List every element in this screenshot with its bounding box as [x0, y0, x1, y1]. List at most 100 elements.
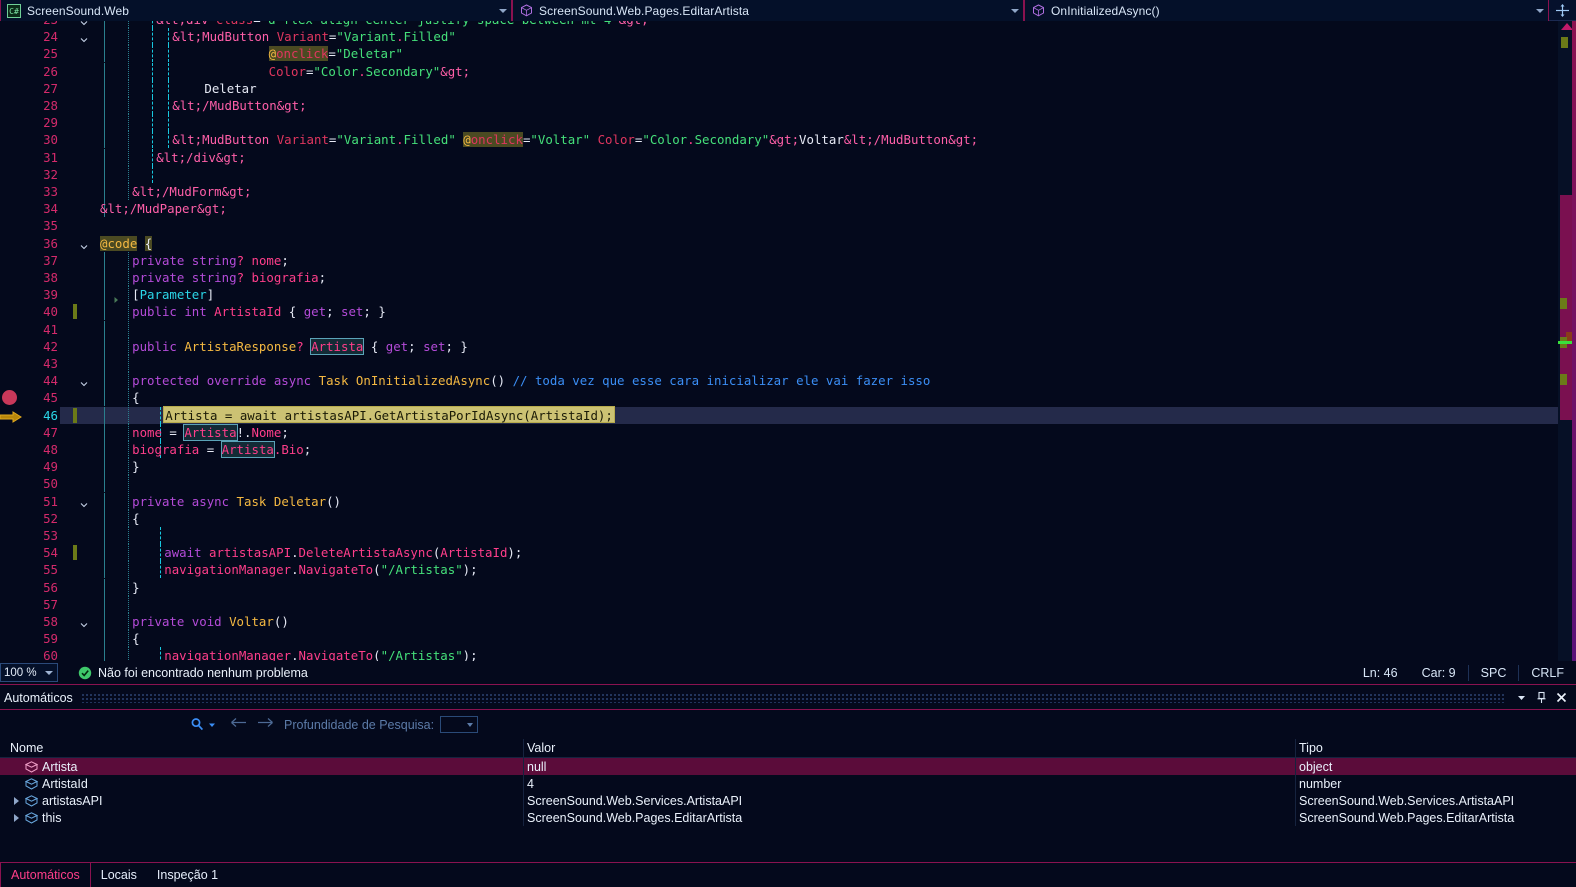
column-header-type[interactable]: Tipo: [1296, 739, 1576, 757]
code-line[interactable]: 42 public ArtistaResponse? Artista { get;…: [0, 338, 1576, 356]
collapse-chevron-icon[interactable]: [79, 497, 89, 508]
code-line[interactable]: 36 @code {: [0, 235, 1576, 252]
tab-locais[interactable]: Locais: [91, 863, 147, 887]
code-line[interactable]: 43: [0, 355, 1576, 373]
line-number: 33: [43, 184, 58, 199]
code-text: private async Task Deletar(): [132, 494, 341, 509]
tab-automaticos[interactable]: Automáticos: [0, 863, 91, 887]
variable-value[interactable]: ScreenSound.Web.Services.ArtistaAPI: [524, 792, 1296, 809]
row-expander-icon[interactable]: [10, 777, 23, 790]
code-line[interactable]: 56}: [0, 579, 1576, 597]
attribute-expander-icon[interactable]: [112, 291, 122, 303]
row-expander-icon[interactable]: [10, 811, 23, 824]
pin-icon[interactable]: [1532, 689, 1550, 707]
code-line[interactable]: 49}: [0, 458, 1576, 476]
code-line[interactable]: 28 &lt;/MudButton&gt;: [0, 97, 1576, 115]
type-dropdown[interactable]: ScreenSound.Web.Pages.EditarArtista: [512, 0, 1024, 21]
code-line[interactable]: 35: [0, 217, 1576, 234]
table-row[interactable]: artistasAPI ScreenSound.Web.Services.Arti…: [0, 792, 1576, 809]
line-ending-indicator[interactable]: CRLF: [1519, 666, 1576, 680]
code-line[interactable]: 52 {: [0, 510, 1576, 528]
code-line[interactable]: 38 private string? biografia;: [0, 269, 1576, 287]
line-number: 24: [43, 29, 58, 44]
table-row[interactable]: this ScreenSound.Web.Pages.EditarArtista S…: [0, 809, 1576, 826]
chevron-down-icon[interactable]: [1532, 0, 1548, 21]
code-line[interactable]: 48 biografia = Artista.Bio;: [0, 441, 1576, 459]
indent-guide: [104, 527, 106, 545]
zoom-level-dropdown[interactable]: 100 %: [0, 663, 58, 682]
status-right-group: Ln: 46 Car: 9 SPC CRLF: [1351, 664, 1576, 681]
code-line[interactable]: 54 await artistasAPI.DeleteArtistaAsync(A…: [0, 544, 1576, 562]
code-line[interactable]: 60 navigationManager.NavigateTo("/Artista…: [0, 647, 1576, 661]
search-depth-dropdown[interactable]: [440, 716, 479, 733]
code-line[interactable]: 31 &lt;/div&gt;: [0, 149, 1576, 167]
chevron-down-icon[interactable]: [208, 716, 216, 734]
code-line[interactable]: 46 Artista = await artistasAPI.GetArtista…: [0, 406, 1576, 425]
code-line[interactable]: 34 &lt;/MudPaper&gt;: [0, 200, 1576, 218]
indent-guide: [128, 630, 130, 648]
zoom-level-value: 100 %: [4, 666, 37, 679]
indent-guide: [104, 475, 106, 493]
member-dropdown[interactable]: OnInitializedAsync(): [1024, 0, 1549, 21]
arrow-right-icon[interactable]: [257, 716, 274, 734]
panel-drag-grip[interactable]: [80, 692, 1504, 703]
variable-value[interactable]: null: [524, 758, 1296, 775]
code-line[interactable]: 50: [0, 475, 1576, 493]
code-line[interactable]: 37 private string? nome;: [0, 252, 1576, 270]
chevron-down-icon[interactable]: [495, 0, 511, 21]
code-line[interactable]: 25 @onclick="Deletar": [0, 45, 1576, 63]
search-button[interactable]: [190, 716, 216, 734]
code-line[interactable]: 27 Deletar: [0, 80, 1576, 98]
class-icon: [517, 4, 535, 18]
indent-guide: [168, 28, 170, 46]
code-line[interactable]: 58 private void Voltar(): [0, 613, 1576, 631]
indent-guide: [128, 114, 130, 132]
chevron-down-icon[interactable]: [1007, 0, 1023, 21]
table-row[interactable]: Artista null object: [0, 758, 1576, 775]
arrow-left-icon[interactable]: [230, 716, 247, 734]
column-header-name[interactable]: Nome: [0, 739, 524, 757]
project-dropdown[interactable]: C# ScreenSound.Web: [0, 0, 512, 21]
code-line[interactable]: 32: [0, 166, 1576, 184]
collapse-chevron-icon[interactable]: [79, 32, 89, 43]
code-line[interactable]: 47 nome = Artista!.Nome;: [0, 424, 1576, 442]
code-line[interactable]: 55 navigationManager.NavigateTo("/Artista…: [0, 561, 1576, 579]
code-line[interactable]: 53: [0, 527, 1576, 545]
table-row[interactable]: ArtistaId 4 number: [0, 775, 1576, 792]
variable-value[interactable]: 4: [524, 775, 1296, 792]
row-expander-icon[interactable]: [10, 794, 23, 807]
code-line[interactable]: 51 private async Task Deletar(): [0, 493, 1576, 511]
indent-guide: [152, 166, 154, 184]
collapse-chevron-icon[interactable]: [79, 376, 89, 387]
code-line[interactable]: 44 protected override async Task OnInitia…: [0, 372, 1576, 390]
chevron-down-icon[interactable]: [1512, 689, 1530, 707]
member-name: OnInitializedAsync(): [1051, 3, 1160, 18]
code-line[interactable]: 59 {: [0, 630, 1576, 648]
code-line[interactable]: 41: [0, 321, 1576, 339]
code-editor[interactable]: 23&lt;div class="d-flex align-center jus…: [0, 21, 1576, 661]
collapse-chevron-icon[interactable]: [79, 21, 89, 26]
code-line[interactable]: 30 &lt;MudButton Variant="Variant.Filled"…: [0, 131, 1576, 149]
split-view-icon[interactable]: [1549, 0, 1576, 21]
breakpoint-icon[interactable]: [2, 390, 17, 405]
code-line[interactable]: 57: [0, 596, 1576, 614]
code-line[interactable]: 40 public int ArtistaId { get; set; }: [0, 303, 1576, 321]
code-line[interactable]: 33 &lt;/MudForm&gt;: [0, 183, 1576, 201]
code-line[interactable]: 24 &lt;MudButton Variant="Variant.Filled": [0, 28, 1576, 46]
close-icon[interactable]: [1552, 689, 1570, 707]
code-text: private void Voltar(): [132, 614, 289, 629]
indent-guide: [128, 45, 130, 63]
code-line[interactable]: 45{: [0, 389, 1576, 407]
collapse-chevron-icon[interactable]: [79, 239, 89, 250]
indentation-indicator[interactable]: SPC: [1469, 666, 1519, 680]
row-expander-icon[interactable]: [10, 760, 23, 773]
code-line[interactable]: 39 [Parameter]: [0, 286, 1576, 304]
collapse-chevron-icon[interactable]: [79, 617, 89, 628]
tab-inspecao-1[interactable]: Inspeção 1: [147, 863, 228, 887]
variable-value[interactable]: ScreenSound.Web.Pages.EditarArtista: [524, 809, 1296, 826]
code-line[interactable]: 29: [0, 114, 1576, 132]
indent-guide: [128, 63, 130, 81]
column-header-value[interactable]: Valor: [524, 739, 1296, 757]
editor-status-bar: 100 % Não foi encontrado nenhum problema…: [0, 661, 1576, 685]
code-line[interactable]: 26 Color="Color.Secondary"&gt;: [0, 63, 1576, 81]
